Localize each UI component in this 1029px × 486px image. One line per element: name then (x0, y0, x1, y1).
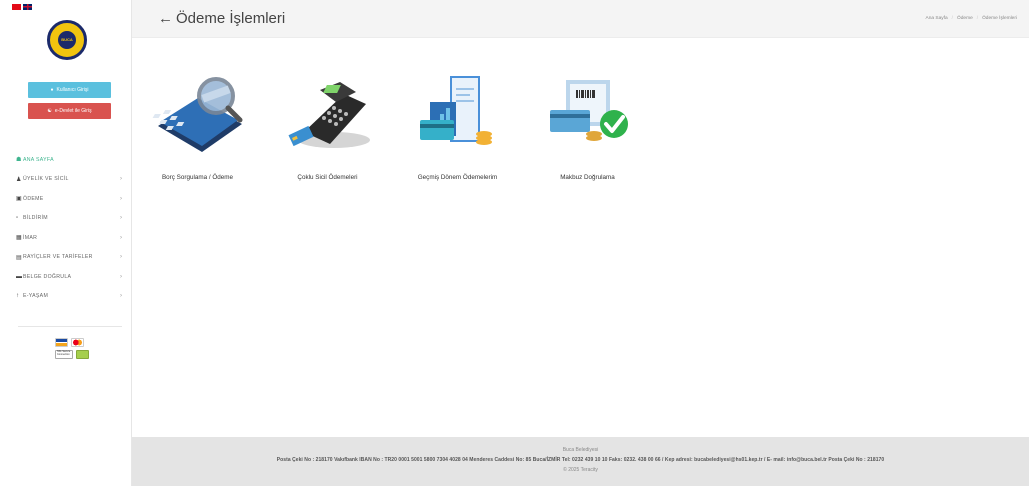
receipt-check-icon (549, 80, 628, 141)
tree-icon: ↑ (16, 293, 20, 300)
tile-debt-inquiry[interactable]: Borç Sorgulama / Ödeme (145, 74, 250, 181)
tile-label: Geçmiş Dönem Ödemelerim (417, 174, 498, 181)
chevron-right-icon: › (120, 273, 123, 280)
sidebar-item-label: İMAR (23, 234, 38, 241)
breadcrumb-current: Ödeme İşlemleri (982, 16, 1017, 21)
tile-label: Borç Sorgulama / Ödeme (161, 174, 234, 181)
chevron-right-icon: › (120, 215, 123, 222)
chevron-right-icon: › (120, 195, 123, 202)
user-login-button[interactable]: ● Kullanıcı Girişi (28, 82, 111, 98)
tile-label: Makbuz Doğrulama (560, 174, 615, 181)
sidebar: BUCA ● Kullanıcı Girişi ☯ e-Devlet ile G… (0, 0, 132, 486)
pos-terminal-icon (287, 82, 370, 148)
tile-multi-registry-payments[interactable]: Çoklu Sicil Ödemeleri (275, 74, 380, 181)
turkish-flag-icon[interactable] (12, 4, 21, 10)
document-icon: ▫ (16, 215, 19, 222)
chevron-right-icon: › (120, 176, 123, 183)
back-arrow-icon[interactable]: ← (158, 10, 173, 27)
sidebar-item-document-verify[interactable]: ▬ BELGE DOĞRULA › (16, 267, 126, 287)
calculator-magnifier-icon (152, 77, 242, 152)
buca-logo[interactable]: BUCA (47, 20, 87, 60)
page-footer: Buca Belediyesi Posta Çeki No : 218170 V… (132, 437, 1029, 486)
breadcrumb-separator: / (976, 16, 979, 21)
footer-org: Buca Belediyesi (562, 447, 599, 453)
edevlet-login-button[interactable]: ☯ e-Devlet ile Giriş (28, 103, 111, 119)
sidebar-item-label: BELGE DOĞRULA (23, 273, 72, 280)
visa-icon (55, 338, 68, 347)
payment-badges: SSL Secure Connection (55, 338, 89, 359)
ssl-badge-icon: SSL Secure Connection (55, 350, 73, 359)
user-login-label: Kullanıcı Girişi (56, 87, 89, 93)
edevlet-icon: ☯ (47, 108, 52, 114)
chevron-right-icon: › (120, 254, 123, 261)
footer-copyright: © 2025 Teracity (563, 467, 598, 473)
tile-past-payments[interactable]: Geçmiş Dönem Ödemelerim (405, 74, 510, 181)
sidebar-item-notification[interactable]: ▫ BİLDİRİM › (16, 209, 126, 229)
breadcrumb-payment[interactable]: Ödeme (957, 16, 973, 21)
tile-receipt-verification[interactable]: Makbuz Doğrulama (535, 74, 640, 181)
sidebar-item-payment[interactable]: ▣ ÖDEME › (16, 189, 126, 209)
tile-label: Çoklu Sicil Ödemeleri (297, 174, 358, 181)
map-icon: ▦ (16, 235, 22, 242)
sidebar-item-home[interactable]: ☗ ANA SAYFA (16, 150, 126, 170)
sidebar-item-tariffs[interactable]: ▤ RAYİÇLER VE TARİFELER › (16, 248, 126, 268)
app-root: BUCA ● Kullanıcı Girişi ☯ e-Devlet ile G… (0, 0, 1029, 486)
sidebar-item-label: RAYİÇLER VE TARİFELER (23, 254, 93, 261)
user-icon: ♟ (16, 176, 22, 183)
sidebar-divider (18, 326, 122, 327)
list-icon: ▤ (16, 254, 22, 261)
breadcrumb-home[interactable]: Ana Sayfa (926, 16, 948, 21)
sidebar-item-zoning[interactable]: ▦ İMAR › (16, 228, 126, 248)
secure-badge-icon (76, 350, 89, 359)
sidebar-item-label: ANA SAYFA (23, 156, 54, 163)
sidebar-nav: ☗ ANA SAYFA ♟ ÜYELİK VE SİCİL › ▣ ÖDEME … (16, 150, 126, 306)
sidebar-item-membership[interactable]: ♟ ÜYELİK VE SİCİL › (16, 170, 126, 190)
breadcrumb: Ana Sayfa / Ödeme / Ödeme İşlemleri (926, 16, 1017, 21)
folder-icon: ▬ (16, 273, 23, 280)
chevron-right-icon: › (120, 234, 123, 241)
chevron-right-icon: › (120, 293, 123, 300)
page-title: Ödeme İşlemleri (176, 10, 286, 27)
sidebar-item-label: ÖDEME (23, 195, 44, 202)
sidebar-item-label: BİLDİRİM (23, 215, 48, 222)
breadcrumb-separator: / (951, 16, 953, 21)
mastercard-icon (71, 338, 84, 347)
receipt-chart-icon (419, 76, 492, 145)
english-flag-icon[interactable] (23, 4, 32, 10)
edevlet-login-label: e-Devlet ile Giriş (54, 108, 92, 114)
user-icon: ● (50, 87, 54, 93)
home-icon: ☗ (16, 157, 22, 164)
page-header: ← Ödeme İşlemleri Ana Sayfa / Ödeme / Öd… (132, 0, 1029, 38)
language-switcher (12, 4, 32, 10)
sidebar-item-label: ÜYELİK VE SİCİL (23, 176, 69, 183)
sidebar-item-label: E-YAŞAM (23, 293, 49, 300)
credit-card-icon: ▣ (16, 196, 22, 203)
footer-contact-info: Posta Çeki No : 218170 Vakıfbank IBAN No… (276, 457, 885, 463)
sidebar-item-e-life[interactable]: ↑ E-YAŞAM › (16, 287, 126, 307)
logo-emblem: BUCA (56, 29, 78, 51)
